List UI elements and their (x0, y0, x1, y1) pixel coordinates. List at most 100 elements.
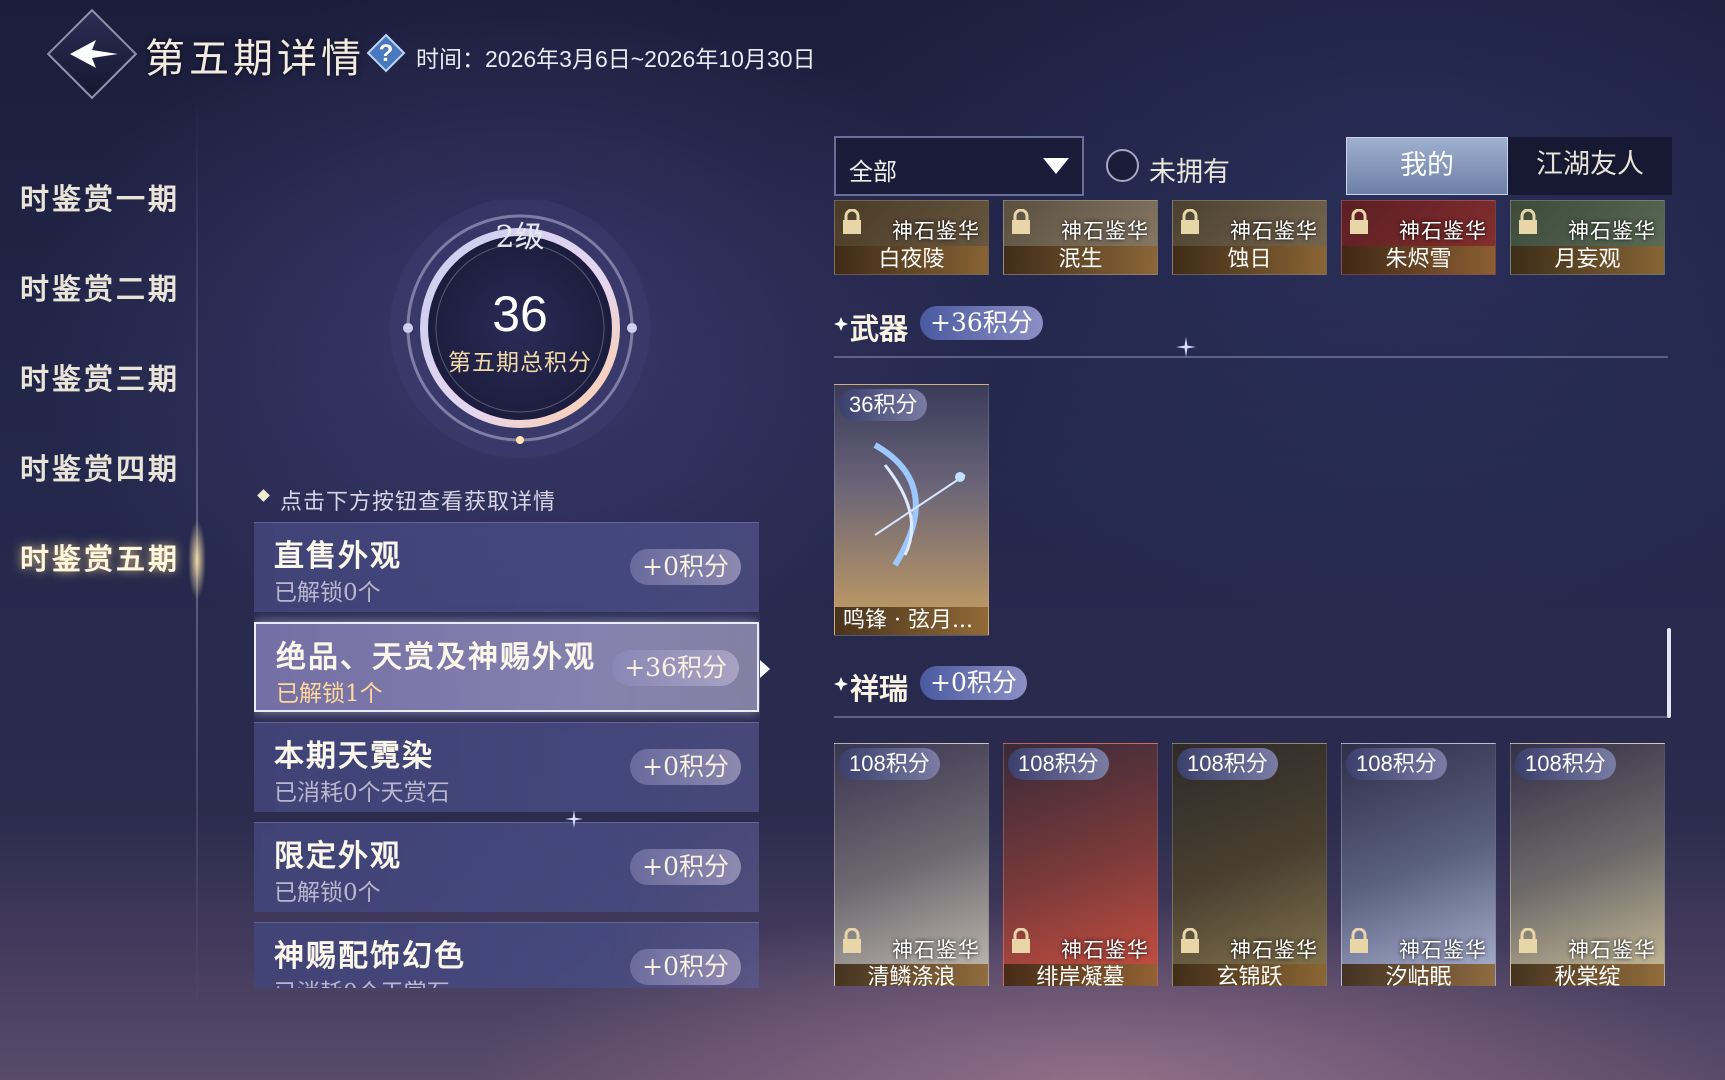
lock-icon (841, 927, 863, 954)
auspicious-tile[interactable]: 108积分 神石鉴华 秋棠绽 (1510, 743, 1665, 986)
tile-name: 秋棠绽 (1511, 964, 1664, 986)
category-subtitle: 已消耗0个天赏石 (274, 973, 450, 988)
hint-text: 点击下方按钮查看获取详情 (280, 490, 557, 515)
lock-icon (1010, 208, 1032, 235)
category-title: 绝品、天赏及神赐外观 (276, 640, 596, 675)
tile-points-badge: 108积分 (1346, 748, 1447, 780)
nav-item-period-4[interactable]: 时鉴赏四期 (20, 446, 180, 488)
tile-points-badge: 36积分 (839, 389, 928, 421)
lock-icon (1179, 208, 1201, 235)
tile-brand: 神石鉴华 (1061, 938, 1149, 962)
unowned-radio-label[interactable]: 未拥有 (1149, 150, 1230, 189)
lock-icon (841, 208, 863, 235)
auspicious-tile[interactable]: 108积分 神石鉴华 汐岵眠 (1341, 743, 1496, 986)
tab-friends[interactable]: 江湖友人 (1508, 137, 1672, 195)
bow-art-icon (873, 442, 966, 567)
tile-points-badge: 108积分 (1177, 748, 1278, 780)
lock-icon (1517, 927, 1539, 954)
section-bullet-icon (834, 317, 848, 331)
collection-tile[interactable]: 神石鉴华 朱烬雪 (1341, 200, 1496, 275)
auspicious-tile[interactable]: 108积分 神石鉴华 玄锦跃 (1172, 743, 1327, 986)
category-card[interactable]: 神赐配饰幻色 已消耗0个天赏石 +0积分 (254, 922, 759, 988)
date-range-text: 时间：2026年3月6日~2026年10月30日 (416, 46, 816, 72)
section-points-badge: +36积分 (920, 306, 1043, 340)
category-points-badge: +0积分 (630, 749, 741, 785)
back-arrow-icon (70, 40, 118, 68)
section-title-auspicious: 祥瑞 (850, 672, 909, 706)
category-card[interactable]: 直售外观 已解锁0个 +0积分 (254, 522, 759, 612)
sparkle-icon (1176, 337, 1196, 357)
tile-name: 玄锦跃 (1173, 964, 1326, 986)
tile-brand: 神石鉴华 (1568, 219, 1656, 243)
tile-brand: 神石鉴华 (1230, 219, 1318, 243)
filter-dropdown-value: 全部 (849, 158, 897, 186)
category-subtitle: 已解锁1个 (276, 681, 383, 707)
auspicious-tile[interactable]: 108积分 神石鉴华 绯岸凝墓 (1003, 743, 1158, 986)
tile-name: 清鳞涤浪 (835, 964, 988, 986)
category-title: 限定外观 (274, 839, 402, 874)
tile-points-badge: 108积分 (1008, 748, 1109, 780)
tile-name: 汐岵眠 (1342, 964, 1495, 986)
category-card[interactable]: 本期天霓染 已消耗0个天赏石 +0积分 (254, 722, 759, 812)
nav-item-period-2[interactable]: 时鉴赏二期 (20, 266, 180, 308)
section-divider (834, 356, 1668, 358)
category-title: 直售外观 (274, 539, 402, 574)
selected-arrow-icon (760, 660, 770, 678)
category-title: 神赐配饰幻色 (274, 939, 466, 974)
category-card-selected[interactable]: 绝品、天赏及神赐外观 已解锁1个 +36积分 (254, 622, 759, 712)
category-points-badge: +0积分 (630, 849, 741, 885)
unowned-radio[interactable] (1106, 149, 1139, 182)
nav-item-period-5[interactable]: 时鉴赏五期 (20, 536, 180, 578)
category-title: 本期天霓染 (274, 739, 434, 774)
tile-brand: 神石鉴华 (892, 938, 980, 962)
lock-icon (1348, 927, 1370, 954)
tab-mine[interactable]: 我的 (1346, 137, 1508, 195)
collection-scroll-area[interactable]: 神石鉴华 白夜陵 神石鉴华 泯生 神石鉴华 蚀日 神石鉴华 朱烬雪 神石鉴华 月… (834, 200, 1670, 986)
category-card[interactable]: 限定外观 已解锁0个 +0积分 (254, 822, 759, 912)
tile-name: 蚀日 (1173, 246, 1326, 274)
tile-name: 泯生 (1004, 246, 1157, 274)
lock-icon (1179, 927, 1201, 954)
collection-tile[interactable]: 神石鉴华 蚀日 (1172, 200, 1327, 275)
collection-tile[interactable]: 神石鉴华 泯生 (1003, 200, 1158, 275)
page-title: 第五期详情 (145, 36, 365, 82)
tile-name: 朱烬雪 (1342, 246, 1495, 274)
svg-text:?: ? (379, 40, 394, 67)
score-caption: 第五期总积分 (448, 350, 592, 376)
section-title-weapon: 武器 (850, 312, 909, 346)
weapon-tile[interactable]: 36积分 鸣锋 · 弦月... (834, 384, 989, 636)
collection-tile[interactable]: 神石鉴华 月妄观 (1510, 200, 1665, 275)
sparkle-icon (565, 810, 583, 828)
tile-brand: 神石鉴华 (892, 219, 980, 243)
section-divider (834, 716, 1668, 718)
category-subtitle: 已消耗0个天赏石 (274, 780, 450, 806)
tile-brand: 神石鉴华 (1399, 219, 1487, 243)
category-points-badge: +0积分 (630, 549, 741, 585)
category-subtitle: 已解锁0个 (274, 880, 381, 906)
lock-icon (1348, 208, 1370, 235)
category-list[interactable]: 直售外观 已解锁0个 +0积分 绝品、天赏及神赐外观 已解锁1个 +36积分 本… (254, 522, 760, 988)
tile-brand: 神石鉴华 (1061, 219, 1149, 243)
total-score: 36 (492, 286, 548, 342)
section-points-badge: +0积分 (920, 666, 1027, 700)
question-diamond-icon[interactable]: ? (366, 33, 406, 73)
nav-item-period-3[interactable]: 时鉴赏三期 (20, 356, 180, 398)
category-points-badge: +0积分 (630, 949, 741, 985)
tile-brand: 神石鉴华 (1568, 938, 1656, 962)
scrollbar[interactable] (1667, 628, 1671, 718)
lock-icon (1517, 208, 1539, 235)
section-bullet-icon (834, 677, 848, 691)
tile-points-badge: 108积分 (1515, 748, 1616, 780)
collection-tile[interactable]: 神石鉴华 白夜陵 (834, 200, 989, 275)
nav-item-period-1[interactable]: 时鉴赏一期 (20, 176, 180, 218)
category-points-badge: +36积分 (612, 650, 739, 686)
tile-brand: 神石鉴华 (1230, 938, 1318, 962)
tile-name: 白夜陵 (835, 246, 988, 274)
tile-name: 绯岸凝墓 (1004, 964, 1157, 986)
level-text: 2级 (495, 220, 545, 255)
chevron-down-icon (1043, 158, 1069, 174)
auspicious-tile[interactable]: 108积分 神石鉴华 清鳞涤浪 (834, 743, 989, 986)
category-subtitle: 已解锁0个 (274, 580, 381, 606)
tile-points-badge: 108积分 (839, 748, 940, 780)
lock-icon (1010, 927, 1032, 954)
